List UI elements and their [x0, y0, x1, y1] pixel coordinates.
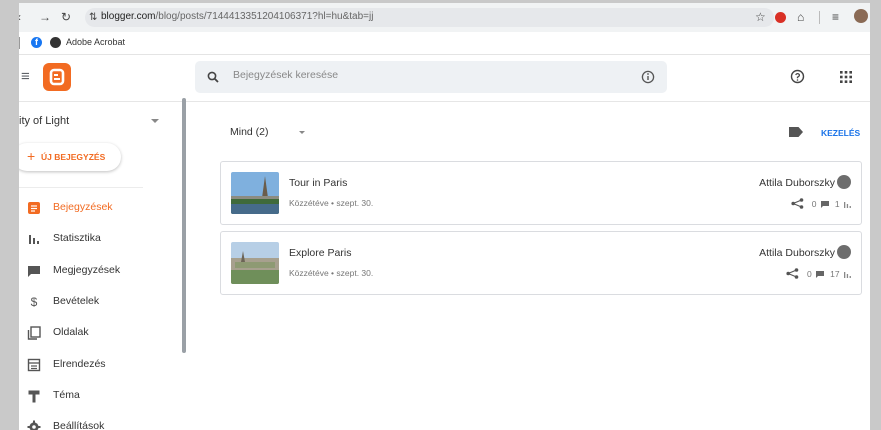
post-title[interactable]: Explore Paris [289, 247, 351, 259]
post-author: Attila Duborszky [759, 177, 835, 189]
site-info-icon[interactable]: ⇅ [89, 11, 97, 25]
share-icon[interactable] [786, 268, 799, 279]
forward-icon[interactable]: → [39, 10, 51, 24]
search-icon [207, 71, 219, 83]
blogger-b-icon [49, 68, 65, 86]
comment-count: 0 [807, 269, 812, 279]
sidebar-item-label: Bejegyzések [53, 201, 113, 213]
view-count: 17 [830, 269, 840, 279]
reading-list-icon[interactable]: ≡ [832, 10, 839, 24]
views-bar-icon [844, 272, 851, 278]
sidebar-item-label: Megjegyzések [53, 264, 121, 276]
adobe-acrobat-icon [50, 37, 61, 48]
sidebar-divider [19, 187, 143, 188]
filter-label: Mind (2) [230, 126, 269, 138]
comment-count: 0 [811, 199, 817, 209]
browser-toolbar: ‹ → ↻ ⇅ blogger.com/blog/posts/714441335… [19, 3, 870, 32]
chevron-down-icon [299, 131, 305, 134]
gear-icon [27, 420, 41, 430]
profile-avatar[interactable] [854, 9, 868, 23]
menu-icon[interactable]: ≡ [21, 69, 30, 84]
posts-panel: Mind (2) KEZELÉS Tour in Paris Közzétéve… [190, 102, 870, 430]
apps-grid-icon[interactable] [840, 71, 852, 83]
extension-stop-icon[interactable] [775, 12, 786, 23]
sidebar-item-bevetelek[interactable]: $ Bevételek [19, 289, 179, 315]
posts-icon [28, 202, 40, 214]
back-icon[interactable]: ‹ [19, 10, 21, 24]
info-icon[interactable] [641, 70, 655, 84]
comment-icon [820, 201, 829, 208]
post-thumbnail-paris [231, 242, 279, 284]
post-author: Attila Duborszky [759, 247, 835, 259]
sidebar: ity of Light + ÚJ BEJEGYZÉS Bejegyzések … [19, 102, 189, 430]
app-window: ‹ → ↻ ⇅ blogger.com/blog/posts/714441335… [19, 3, 870, 430]
sidebar-item-tema[interactable]: Téma [19, 383, 179, 409]
sidebar-item-elrendezes[interactable]: Elrendezés [19, 352, 179, 378]
address-bar[interactable]: ⇅ blogger.com/blog/posts/714441335120410… [85, 8, 774, 27]
filter-dropdown[interactable]: Mind (2) [230, 124, 320, 142]
post-meta: Közzétéve • szept. 30. [289, 268, 374, 278]
post-meta: Közzétéve • szept. 30. [289, 198, 374, 208]
bookmarks-bar: f Adobe Acrobat [19, 32, 870, 55]
post-title[interactable]: Tour in Paris [289, 177, 347, 189]
comment-icon [816, 271, 825, 278]
comments-icon [28, 266, 40, 277]
sidebar-item-statisztika[interactable]: Statisztika [19, 226, 179, 252]
url-path: /blog/posts/7144413351204106371?hl=hu&ta… [155, 11, 374, 22]
bookmark-adobe-acrobat[interactable]: Adobe Acrobat [66, 37, 125, 47]
sidebar-item-label: Beállítások [53, 420, 105, 430]
url-host: blogger.com [101, 11, 156, 22]
share-icon[interactable] [791, 198, 804, 209]
layout-icon [27, 358, 41, 372]
help-icon[interactable] [790, 69, 805, 84]
blog-title: ity of Light [19, 115, 70, 127]
sidebar-item-label: Bevételek [53, 295, 100, 307]
blog-selector[interactable]: ity of Light [19, 102, 164, 138]
manage-button[interactable]: KEZELÉS [821, 128, 860, 138]
post-thumbnail-eiffel [231, 172, 279, 214]
search-input[interactable] [233, 69, 613, 81]
views-bar-icon [844, 202, 851, 208]
extensions-puzzle-icon[interactable]: ⌂ [797, 10, 804, 24]
sidebar-item-megjegyzesek[interactable]: Megjegyzések [19, 258, 179, 284]
sidebar-scrollbar[interactable] [182, 98, 186, 353]
app-header: ≡ [19, 55, 870, 102]
sidebar-item-label: Statisztika [53, 232, 101, 244]
dollar-icon: $ [30, 295, 38, 309]
url-text: blogger.com/blog/posts/71444133512041063… [101, 11, 373, 22]
post-stats: 0 1 [791, 198, 851, 209]
blogger-logo[interactable] [43, 63, 71, 91]
author-avatar [837, 175, 851, 189]
chevron-down-icon [151, 119, 159, 123]
sidebar-item-beallitasok[interactable]: Beállítások [19, 414, 179, 430]
sidebar-item-label: Elrendezés [53, 358, 106, 370]
plus-icon: + [27, 148, 36, 164]
bookmark-star-icon[interactable]: ☆ [755, 10, 766, 24]
bookmarks-divider [19, 37, 20, 49]
pages-icon [27, 326, 41, 340]
author-avatar [837, 245, 851, 259]
reload-icon[interactable]: ↻ [61, 10, 71, 24]
theme-icon [28, 390, 40, 403]
sidebar-item-oldalak[interactable]: Oldalak [19, 320, 179, 346]
new-post-button[interactable]: + ÚJ BEJEGYZÉS [19, 143, 121, 171]
toolbar-divider [819, 11, 820, 24]
search-box[interactable] [195, 61, 667, 93]
label-tag-icon[interactable] [789, 127, 803, 137]
sidebar-item-bejegyzesek[interactable]: Bejegyzések [19, 195, 179, 221]
sidebar-item-label: Téma [53, 389, 80, 401]
post-stats: 0 17 [786, 268, 851, 279]
post-row[interactable]: Tour in Paris Közzétéve • szept. 30. Att… [220, 161, 862, 225]
new-post-label: ÚJ BEJEGYZÉS [41, 152, 106, 162]
view-count: 1 [834, 199, 840, 209]
post-row[interactable]: Explore Paris Közzétéve • szept. 30. Att… [220, 231, 862, 295]
sidebar-item-label: Oldalak [53, 326, 89, 338]
stats-icon [29, 235, 39, 244]
facebook-icon[interactable]: f [31, 37, 42, 48]
